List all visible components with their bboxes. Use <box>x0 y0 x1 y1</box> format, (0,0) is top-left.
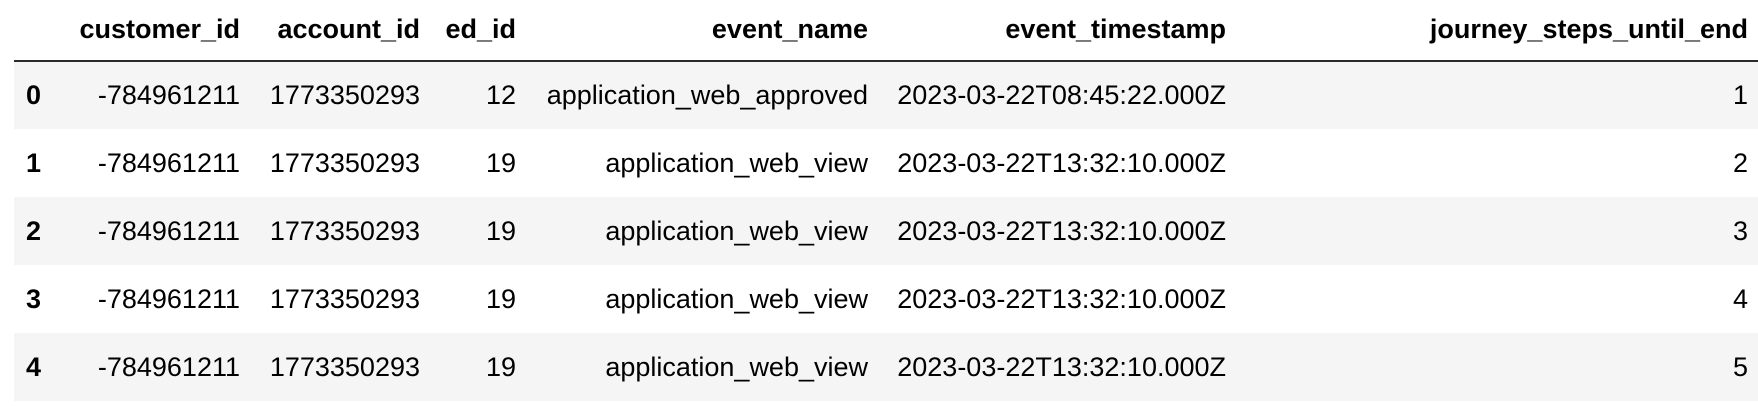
row-index: 4 <box>26 351 42 382</box>
row-index: 3 <box>26 283 42 314</box>
cell-ed-id: 19 <box>485 283 516 314</box>
cell-event-name: application_web_view <box>605 283 868 314</box>
column-header-journey-steps-until-end: journey_steps_until_end <box>1236 0 1758 62</box>
cell-event-timestamp: 2023-03-22T13:32:10.000Z <box>897 283 1226 314</box>
cell-customer-id: -784961211 <box>97 351 240 382</box>
table-row: 2 -784961211 1773350293 19 application_w… <box>14 197 1758 265</box>
cell-event-timestamp: 2023-03-22T13:32:10.000Z <box>897 351 1226 382</box>
table-row: 4 -784961211 1773350293 19 application_w… <box>14 333 1758 401</box>
cell-event-timestamp: 2023-03-22T08:45:22.000Z <box>897 80 1226 110</box>
column-header-ed-id: ed_id <box>430 0 526 62</box>
cell-event-timestamp: 2023-03-22T13:32:10.000Z <box>897 215 1226 246</box>
dataframe-output: customer_id account_id ed_id event_name … <box>0 0 1758 406</box>
table-row: 1 -784961211 1773350293 19 application_w… <box>14 129 1758 197</box>
column-header-event-name: event_name <box>526 0 878 62</box>
cell-customer-id: -784961211 <box>97 80 240 110</box>
index-header <box>14 0 66 62</box>
cell-journey-steps-until-end: 4 <box>1732 283 1748 314</box>
cell-ed-id: 19 <box>485 351 516 382</box>
row-index: 1 <box>26 147 42 178</box>
cell-event-name: application_web_view <box>605 351 868 382</box>
cell-account-id: 1773350293 <box>269 283 420 314</box>
cell-journey-steps-until-end: 2 <box>1732 147 1748 178</box>
cell-account-id: 1773350293 <box>269 215 420 246</box>
column-header-account-id: account_id <box>250 0 430 62</box>
column-header-event-timestamp: event_timestamp <box>878 0 1236 62</box>
cell-event-name: application_web_approved <box>546 80 868 110</box>
cell-account-id: 1773350293 <box>269 351 420 382</box>
cell-event-timestamp: 2023-03-22T13:32:10.000Z <box>897 147 1226 178</box>
cell-journey-steps-until-end: 5 <box>1732 351 1748 382</box>
cell-ed-id: 19 <box>485 147 516 178</box>
cell-event-name: application_web_view <box>605 215 868 246</box>
cell-customer-id: -784961211 <box>97 147 240 178</box>
cell-ed-id: 12 <box>485 80 516 110</box>
column-header-customer-id: customer_id <box>66 0 250 62</box>
cell-journey-steps-until-end: 1 <box>1732 80 1748 110</box>
cell-account-id: 1773350293 <box>269 147 420 178</box>
cell-account-id: 1773350293 <box>269 80 420 110</box>
row-index: 2 <box>26 215 42 246</box>
row-index: 0 <box>26 80 42 110</box>
cell-event-name: application_web_view <box>605 147 868 178</box>
cell-journey-steps-until-end: 3 <box>1732 215 1748 246</box>
header-row: customer_id account_id ed_id event_name … <box>14 0 1758 62</box>
table-row: 0 -784961211 1773350293 12 application_w… <box>14 61 1758 129</box>
dataframe-table: customer_id account_id ed_id event_name … <box>14 0 1758 401</box>
cell-customer-id: -784961211 <box>97 283 240 314</box>
cell-customer-id: -784961211 <box>97 215 240 246</box>
cell-ed-id: 19 <box>485 215 516 246</box>
table-row: 3 -784961211 1773350293 19 application_w… <box>14 265 1758 333</box>
